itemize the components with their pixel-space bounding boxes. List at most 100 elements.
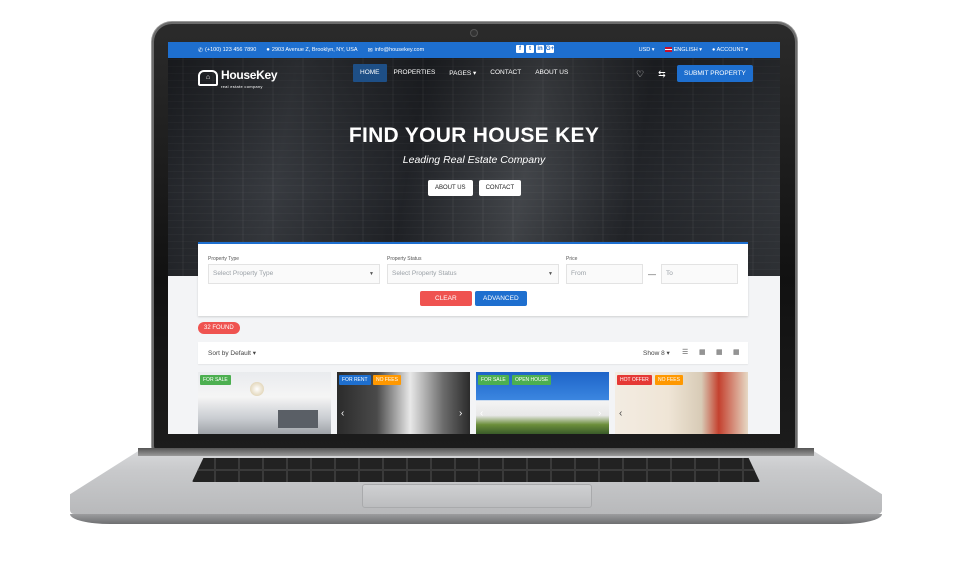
account-label: ACCOUNT [716,47,744,53]
brand-tagline: real estate company [221,84,263,89]
topbar-right: USD ▾ ENGLISH ▾ ● ACCOUNT ▾ [639,42,748,58]
listing-badge: NO FEES [373,375,401,385]
property-type-label: Property Type [208,256,240,262]
laptop-base [70,448,882,526]
listing-card[interactable]: FOR SALE OPEN HOUSE ‹ › [476,372,609,434]
listing-card[interactable]: FOR RENT NO FEES ‹ › [337,372,470,434]
price-to-input[interactable]: To [661,264,738,284]
chevron-right-icon[interactable]: › [459,408,462,419]
chevron-right-icon[interactable]: › [598,408,601,419]
compare-icon[interactable]: ⇆ [658,69,666,80]
listing-badge: FOR SALE [200,375,231,385]
main-navbar: ⌂ HouseKey real estate company HOME PROP… [168,58,780,92]
chevron-down-icon: ▾ [473,70,477,77]
property-status-select[interactable]: Select Property Status ▼ [387,264,559,284]
language-label: ENGLISH [673,47,698,53]
email-info[interactable]: ✉ info@housekey.com [368,47,425,54]
phone-info[interactable]: ✆ (+100) 123 456 7890 [198,47,256,54]
search-panel: Property Type Select Property Type ▼ Pro… [198,242,748,316]
price-field: Price From — To [566,256,738,284]
language-dropdown[interactable]: ENGLISH ▾ [664,47,702,53]
clear-button[interactable]: CLEAR [420,291,472,306]
show-count-dropdown[interactable]: Show 8 ▾ [643,349,670,357]
laptop-bottom-edge [70,514,882,524]
caret-down-icon: ▼ [369,271,374,277]
envelope-icon: ✉ [367,47,373,54]
facebook-icon[interactable]: f [516,45,524,53]
map-pin-icon: ● [266,47,270,53]
listing-badge: OPEN HOUSE [512,375,552,385]
pendant-lamp [250,382,264,396]
price-label: Price [566,256,578,262]
range-dash: — [648,269,656,279]
phone-icon: ✆ [198,47,204,54]
contact-button[interactable]: CONTACT [478,180,522,196]
brand-name: HouseKey [221,68,278,82]
main-menu: HOME PROPERTIES PAGES ▾ CONTACT ABOUT US [353,64,575,82]
nav-home[interactable]: HOME [353,64,387,82]
list-view-icon[interactable]: ☰ [682,349,689,356]
twitter-icon[interactable]: t [526,45,534,53]
sort-dropdown[interactable]: Sort by Default ▾ [208,349,256,357]
results-count-badge: 32 FOUND [198,322,240,334]
top-bar: ✆ (+100) 123 456 7890 ● 2903 Avenue Z, B… [168,42,780,58]
chevron-left-icon[interactable]: ‹ [619,408,622,419]
price-from-input[interactable]: From [566,264,643,284]
listing-badge: FOR RENT [339,375,371,385]
contact-info: ✆ (+100) 123 456 7890 ● 2903 Avenue Z, B… [198,47,434,54]
show-label: Show 8 [643,350,665,357]
address-info: ● 2903 Avenue Z, Brooklyn, NY, USA [266,47,357,54]
property-status-field: Property Status Select Property Status ▼ [387,256,559,284]
email-text: info@housekey.com [374,47,425,53]
heart-icon[interactable]: ♡ [636,69,644,80]
account-dropdown[interactable]: ● ACCOUNT ▾ [712,47,748,53]
chevron-left-icon[interactable]: ‹ [341,408,344,419]
grid-2-icon[interactable]: ▦ [699,349,706,356]
sort-label: Sort by Default [208,350,251,357]
address-text: 2903 Avenue Z, Brooklyn, NY, USA [271,47,358,53]
currency-dropdown[interactable]: USD ▾ [639,47,655,53]
listing-grid: FOR SALE FOR RENT NO FEES ‹ › FOR SALE O… [198,372,750,434]
sort-bar: Sort by Default ▾ Show 8 ▾ ☰ ▦ ▦ ▦ [198,342,748,364]
nav-icons: ♡ ⇆ [636,69,666,80]
currency-label: USD [638,47,651,53]
uk-flag-icon [664,47,672,53]
listing-badge: NO FEES [655,375,683,385]
listing-card[interactable]: HOT OFFER NO FEES ‹ [615,372,748,434]
trackpad [362,484,592,508]
grid-3-icon[interactable]: ▦ [716,349,723,356]
hero-subtitle: Leading Real Estate Company [402,154,546,166]
logo[interactable]: ⌂ HouseKey real estate company [198,66,278,89]
google-plus-icon[interactable]: G+ [546,45,554,53]
advanced-button[interactable]: ADVANCED [475,291,527,306]
property-status-label: Property Status [387,256,422,262]
hero-title: FIND YOUR HOUSE KEY [348,124,600,147]
user-icon: ● [712,47,716,53]
hero-buttons: ABOUT US CONTACT [428,180,522,196]
listing-badge: HOT OFFER [617,375,652,385]
submit-property-button[interactable]: SUBMIT PROPERTY [677,65,753,82]
property-type-select[interactable]: Select Property Type ▼ [208,264,380,284]
listing-badge: FOR SALE [478,375,509,385]
phone-text: (+100) 123 456 7890 [205,47,257,53]
nav-pages-label: PAGES [449,70,472,77]
about-us-button[interactable]: ABOUT US [428,180,473,196]
tv-wall [278,410,318,428]
price-range: From — To [566,264,738,284]
listing-card[interactable]: FOR SALE [198,372,331,434]
laptop-hinge [138,448,814,456]
grid-4-icon[interactable]: ▦ [733,349,740,356]
nav-about[interactable]: ABOUT US [528,64,575,82]
property-status-placeholder: Select Property Status [392,270,457,277]
laptop-screen: ✆ (+100) 123 456 7890 ● 2903 Avenue Z, B… [168,42,780,434]
linkedin-icon[interactable]: in [536,45,544,53]
house-key-icon: ⌂ [198,69,218,86]
nav-properties[interactable]: PROPERTIES [387,64,443,82]
social-links: f t in G+ [516,45,554,53]
camera-dot [471,30,477,36]
nav-contact[interactable]: CONTACT [483,64,528,82]
chevron-left-icon[interactable]: ‹ [480,408,483,419]
property-type-placeholder: Select Property Type [213,270,274,277]
nav-pages[interactable]: PAGES ▾ [442,64,483,82]
keyboard [192,458,760,482]
